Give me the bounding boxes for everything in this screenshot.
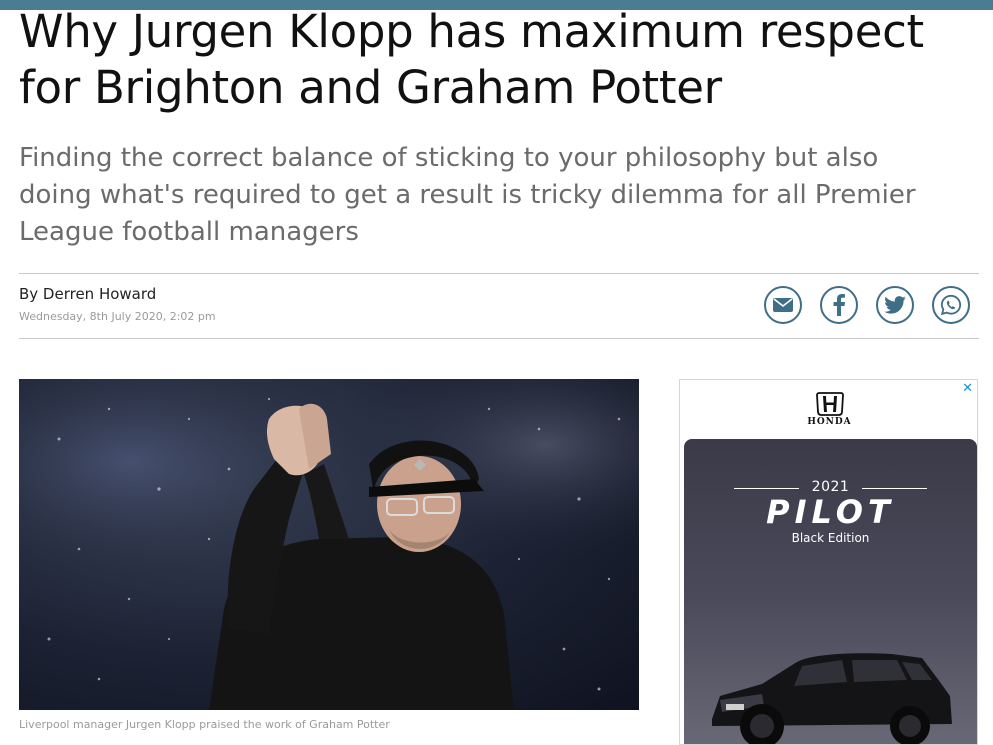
ad-edition: Black Edition bbox=[791, 531, 870, 545]
whatsapp-icon bbox=[940, 294, 962, 316]
honda-logo-icon bbox=[816, 392, 844, 416]
divider bbox=[19, 273, 979, 274]
share-email-button[interactable] bbox=[764, 286, 802, 324]
divider bbox=[19, 338, 979, 339]
ad-model: PILOT bbox=[766, 493, 895, 531]
ad-brand: HONDA bbox=[807, 417, 852, 427]
advertisement[interactable]: ✕ HONDA 2021 PILOT Black Edition bbox=[679, 379, 978, 745]
share-whatsapp-button[interactable] bbox=[932, 286, 970, 324]
article-photo bbox=[19, 379, 639, 710]
author-byline[interactable]: By Derren Howard bbox=[19, 285, 156, 303]
share-twitter-button[interactable] bbox=[876, 286, 914, 324]
photo-caption: Liverpool manager Jurgen Klopp praised t… bbox=[19, 718, 390, 731]
ad-close-icon[interactable]: ✕ bbox=[962, 381, 973, 396]
publish-date: Wednesday, 8th July 2020, 2:02 pm bbox=[19, 310, 216, 323]
facebook-icon bbox=[833, 294, 845, 316]
share-facebook-button[interactable] bbox=[820, 286, 858, 324]
email-icon bbox=[773, 298, 793, 312]
twitter-icon bbox=[884, 296, 906, 314]
article-headline: Why Jurgen Klopp has maximum respect for… bbox=[19, 5, 924, 114]
ad-creative[interactable]: 2021 PILOT Black Edition bbox=[684, 439, 977, 744]
suv-car-image bbox=[712, 653, 952, 744]
article-standfirst: Finding the correct balance of sticking … bbox=[19, 143, 916, 247]
